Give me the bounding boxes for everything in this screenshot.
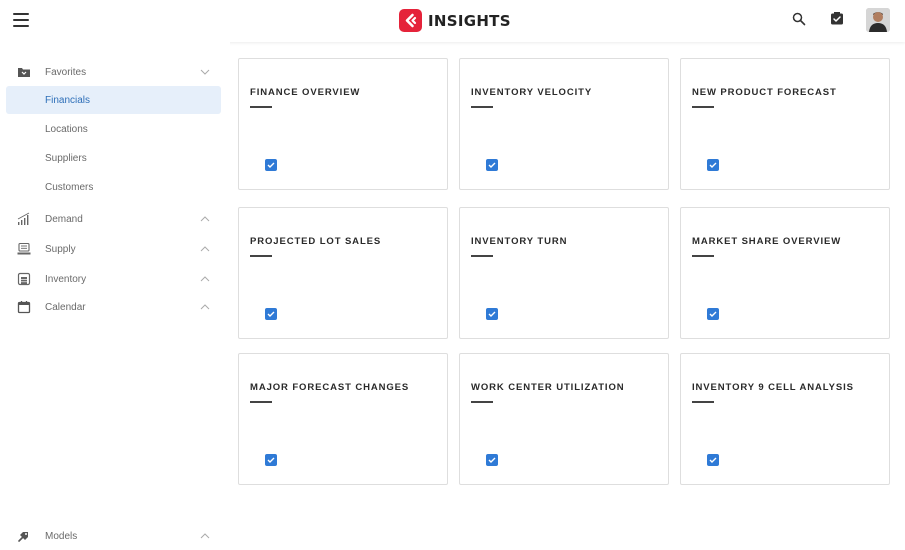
checklist-icon[interactable] [265,159,277,171]
card-title: MAJOR FORECAST CHANGES [250,382,410,393]
card-new-product-forecast[interactable]: NEW PRODUCT FORECAST [680,58,890,190]
card-inventory-velocity[interactable]: INVENTORY VELOCITY [459,58,669,190]
sidebar-item-demand[interactable]: Demand [6,205,221,233]
card-work-center-utilization[interactable]: WORK CENTER UTILIZATION [459,353,669,485]
sidebar-item-label: Calendar [45,301,86,313]
folder-icon [18,68,30,77]
sidebar-item-label: Supply [45,243,76,255]
search-icon[interactable] [792,12,806,31]
card-projected-lot-sales[interactable]: PROJECTED LOT SALES [238,207,448,339]
sidebar-item-supply[interactable]: Supply [6,235,221,263]
card-title: INVENTORY TURN [471,236,568,247]
checklist-icon[interactable] [486,308,498,320]
card-inventory-9-cell-analysis[interactable]: INVENTORY 9 CELL ANALYSIS [680,353,890,485]
checklist-icon[interactable] [265,454,277,466]
card-title-underline [471,106,493,108]
card-title-underline [471,401,493,403]
sidebar-item-suppliers[interactable]: Suppliers [6,144,221,172]
chevron-up-icon[interactable] [200,302,210,312]
sidebar-item-customers[interactable]: Customers [6,173,221,201]
tasks-icon[interactable] [830,12,844,31]
card-market-share-overview[interactable]: MARKET SHARE OVERVIEW [680,207,890,339]
warehouse-icon [17,272,31,286]
chevron-up-icon[interactable] [200,244,210,254]
sidebar: Favorites Financials Locations Suppliers… [0,42,230,550]
checklist-icon[interactable] [707,454,719,466]
checklist-icon[interactable] [265,308,277,320]
chevron-up-icon[interactable] [200,274,210,284]
card-title-underline [250,106,272,108]
sidebar-item-label: Customers [45,181,94,193]
user-avatar[interactable] [866,8,890,32]
brand-name: INSIGHTS [428,11,511,30]
card-title-underline [250,401,272,403]
sidebar-item-calendar[interactable]: Calendar [6,293,221,321]
checklist-icon[interactable] [707,159,719,171]
checklist-icon[interactable] [486,159,498,171]
card-title: INVENTORY VELOCITY [471,87,593,98]
sidebar-item-label: Suppliers [45,152,87,164]
brand: INSIGHTS [399,9,511,32]
sidebar-item-label: Demand [45,213,83,225]
brand-logo-icon [399,9,422,32]
checklist-icon[interactable] [707,308,719,320]
card-title-underline [692,106,714,108]
card-title-underline [471,255,493,257]
card-title: WORK CENTER UTILIZATION [471,382,625,393]
card-title: PROJECTED LOT SALES [250,236,382,247]
models-icon [18,532,28,542]
sidebar-item-label: Locations [45,123,88,135]
card-title-underline [692,255,714,257]
card-inventory-turn[interactable]: INVENTORY TURN [459,207,669,339]
chevron-up-icon[interactable] [200,214,210,224]
sidebar-item-models[interactable]: Models [6,522,221,550]
supply-icon [17,242,31,255]
sidebar-item-favorites[interactable]: Favorites [6,58,221,86]
calendar-icon [17,301,31,314]
sidebar-item-inventory[interactable]: Inventory [6,265,221,293]
card-title: MARKET SHARE OVERVIEW [692,236,842,247]
card-title: FINANCE OVERVIEW [250,87,361,98]
sidebar-item-label: Financials [45,94,91,106]
top-bar: INSIGHTS [0,0,905,42]
card-title-underline [692,401,714,403]
chevron-up-icon[interactable] [200,531,210,541]
hamburger-menu-icon[interactable] [13,13,29,27]
card-title-underline [250,255,272,257]
sidebar-item-locations[interactable]: Locations [6,115,221,143]
card-title: INVENTORY 9 CELL ANALYSIS [692,382,854,393]
sidebar-item-label: Inventory [45,273,87,285]
card-major-forecast-changes[interactable]: MAJOR FORECAST CHANGES [238,353,448,485]
sidebar-item-label: Favorites [45,66,87,78]
sidebar-item-label: Models [45,530,78,542]
card-finance-overview[interactable]: FINANCE OVERVIEW [238,58,448,190]
signal-icon [17,212,30,225]
card-title: NEW PRODUCT FORECAST [692,87,837,98]
chevron-down-icon[interactable] [200,67,210,77]
checklist-icon[interactable] [486,454,498,466]
sidebar-item-financials[interactable]: Financials [6,86,221,114]
